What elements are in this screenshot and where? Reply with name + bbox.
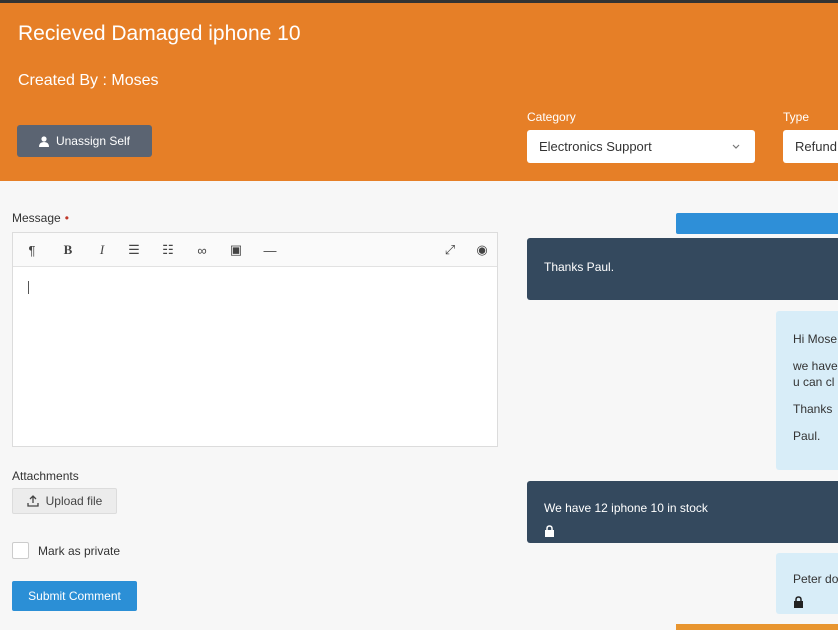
comment-text: u can cl [793, 375, 835, 389]
paragraph-icon[interactable]: ¶ [23, 241, 41, 259]
bold-icon[interactable]: B [59, 241, 77, 259]
user-icon [38, 135, 49, 147]
type-select[interactable]: Refund [783, 130, 838, 163]
unassign-self-label: Unassign Self [55, 134, 131, 148]
private-comment-bubble: We have 12 iphone 10 in stock [527, 481, 838, 543]
type-label: Type [783, 110, 810, 124]
lock-icon [794, 596, 803, 608]
comment-text: Thanks [793, 402, 833, 416]
upload-file-label: Upload file [45, 494, 103, 508]
text-cursor [28, 281, 29, 294]
submit-comment-button[interactable]: Submit Comment [12, 581, 137, 611]
italic-icon[interactable]: I [93, 241, 111, 259]
numbered-list-icon[interactable]: ☷ [159, 241, 177, 259]
bullet-list-icon[interactable]: ☰ [125, 241, 143, 259]
attachments-label: Attachments [12, 469, 79, 483]
comment-text: Peter do [793, 572, 838, 586]
ticket-header: Recieved Damaged iphone 10 Created By : … [0, 3, 838, 181]
chevron-down-icon [732, 144, 740, 149]
ticket-title: Recieved Damaged iphone 10 [18, 22, 301, 45]
editor-toolbar: ¶ B I ☰ ☷ ∞ ▣ — ⤢ ◉ [13, 233, 497, 267]
mark-private-label: Mark as private [38, 544, 121, 558]
upload-icon [26, 495, 39, 507]
image-icon[interactable]: ▣ [227, 241, 245, 259]
comment-text: we have [793, 359, 838, 373]
message-editor[interactable]: ¶ B I ☰ ☷ ∞ ▣ — ⤢ ◉ [12, 232, 498, 447]
conversation-header-bar [676, 213, 838, 234]
unassign-self-button[interactable]: Unassign Self [17, 125, 152, 157]
lock-icon [545, 525, 554, 537]
comment-text: Hi Mose [793, 332, 838, 346]
fullscreen-icon[interactable]: ⤢ [441, 241, 459, 259]
created-by-label: Created By : Moses [18, 72, 159, 89]
type-value: Refund [795, 139, 837, 154]
category-select[interactable]: Electronics Support [527, 130, 755, 163]
comment-text: We have 12 iphone 10 in stock [544, 501, 708, 515]
required-marker: • [64, 211, 69, 225]
category-value: Electronics Support [539, 139, 652, 154]
comment-bubble: Hi Mose we have u can cl Thanks Paul. [776, 311, 838, 470]
comment-text: Paul. [793, 429, 821, 443]
private-comment-bubble: Peter do [776, 553, 838, 614]
comment-bubble: Thanks Paul. [527, 238, 838, 300]
mark-private-checkbox[interactable] [12, 542, 29, 559]
message-label: Message • [12, 211, 69, 225]
preview-icon[interactable]: ◉ [473, 241, 491, 259]
upload-file-button[interactable]: Upload file [12, 488, 117, 514]
link-icon[interactable]: ∞ [193, 241, 211, 259]
comment-text: Thanks Paul. [544, 260, 615, 274]
category-label: Category [527, 110, 576, 124]
comment-bubble-edge [676, 624, 838, 630]
horizontal-rule-icon[interactable]: — [261, 241, 279, 259]
